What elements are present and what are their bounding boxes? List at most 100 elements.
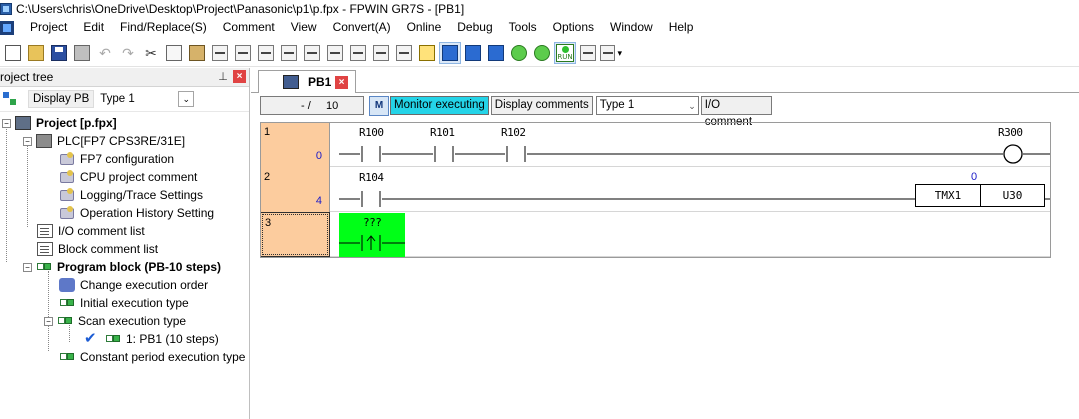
menu-comment[interactable]: Comment — [215, 17, 283, 38]
display-comments-button[interactable]: Display comments — [490, 96, 593, 115]
save-icon — [51, 45, 67, 61]
upload-button[interactable] — [485, 42, 507, 64]
paste-icon — [189, 45, 205, 61]
monitor-button[interactable] — [439, 42, 461, 64]
print-button[interactable] — [71, 42, 93, 64]
step-run-button[interactable] — [508, 42, 530, 64]
collapse-icon[interactable]: − — [23, 136, 32, 146]
menu-convert[interactable]: Convert(A) — [325, 17, 399, 38]
tree-structure-icon[interactable] — [2, 90, 20, 108]
tree-item-label: Initial execution type — [80, 296, 189, 310]
tree-item-constant-period[interactable]: Constant period execution type — [0, 348, 249, 366]
find-button[interactable] — [278, 42, 300, 64]
close-icon[interactable]: × — [335, 76, 348, 89]
display-pb-button[interactable]: Display PB — [28, 90, 95, 108]
tree-item-label: Project [p.fpx] — [36, 116, 117, 130]
menu-online[interactable]: Online — [399, 17, 450, 38]
tree-item-project[interactable]: − Project [p.fpx] — [0, 114, 249, 132]
tree-item-io-comment-list[interactable]: I/O comment list — [0, 222, 249, 240]
replace-button[interactable] — [255, 42, 277, 64]
tree-item-initial-execution-type[interactable]: Initial execution type — [0, 294, 249, 312]
ladder-diagram[interactable]: 1 0 2 4 3 R100 R101 R102 R300 R104 0 ???… — [260, 122, 1051, 258]
compile-icon — [396, 45, 412, 61]
project-tree-header: roject tree ⊥ × — [0, 68, 249, 87]
contact-label-r102: R102 — [501, 126, 526, 139]
stop-button[interactable] — [531, 42, 553, 64]
copy-button[interactable] — [163, 42, 185, 64]
editor-status-row: - / 10 M Monitor executing Display comme… — [251, 93, 1079, 128]
coil-r300 — [1003, 144, 1023, 164]
menu-options[interactable]: Options — [545, 17, 602, 38]
tree-item-scan-execution-type[interactable]: − Scan execution type — [0, 312, 249, 330]
menu-project[interactable]: Project — [22, 17, 75, 38]
monitor-icon — [442, 45, 458, 61]
open-button[interactable] — [25, 42, 47, 64]
run-icon: RUN — [556, 44, 574, 62]
new-button[interactable] — [2, 42, 24, 64]
delete-row-button[interactable] — [232, 42, 254, 64]
find-next-button[interactable] — [301, 42, 323, 64]
contact-r101 — [433, 146, 455, 162]
chevron-down-icon: ⌄ — [688, 101, 696, 111]
chevron-down-icon: ▾ — [617, 47, 622, 58]
io-comment-button[interactable]: I/O comment — [700, 96, 772, 128]
tree-item-program-block[interactable]: − Program block (PB-10 steps) — [0, 258, 249, 276]
compile-button[interactable] — [393, 42, 415, 64]
tree-item-block-comment-list[interactable]: Block comment list — [0, 240, 249, 258]
app-menu-icon[interactable] — [0, 20, 14, 35]
save-button[interactable] — [48, 42, 70, 64]
collapse-icon[interactable]: − — [44, 316, 53, 326]
program-block-icon — [59, 296, 75, 310]
download-button[interactable] — [462, 42, 484, 64]
upload-icon — [488, 45, 504, 61]
instruction-tmx[interactable]: TMX1 — [915, 184, 981, 207]
print-icon — [74, 45, 90, 61]
online-button[interactable] — [416, 42, 438, 64]
tree-item-pb1[interactable]: ✔ 1: PB1 (10 steps) — [0, 330, 249, 348]
layout-button[interactable]: ▾ — [600, 42, 622, 64]
menu-find-replace[interactable]: Find/Replace(S) — [112, 17, 215, 38]
menu-window[interactable]: Window — [602, 17, 661, 38]
tree-item-fp7-configuration[interactable]: FP7 configuration — [0, 150, 249, 168]
build-button[interactable] — [370, 42, 392, 64]
instruction-operand[interactable]: U30 — [980, 184, 1045, 207]
tree-item-change-execution-order[interactable]: Change execution order — [0, 276, 249, 294]
collapse-icon[interactable]: − — [2, 118, 11, 128]
cut-button[interactable]: ✂ — [140, 42, 162, 64]
menu-tools[interactable]: Tools — [501, 17, 545, 38]
tree-item-cpu-project-comment[interactable]: CPU project comment — [0, 168, 249, 186]
tree-item-logging-trace[interactable]: Logging/Trace Settings — [0, 186, 249, 204]
title-bar: C:\Users\chris\OneDrive\Desktop\Project\… — [0, 0, 1079, 17]
tree-item-label: 1: PB1 (10 steps) — [126, 332, 219, 346]
panel-title: roject tree — [0, 70, 54, 84]
chevron-down-icon[interactable]: ⌄ — [178, 91, 195, 107]
list-icon — [37, 224, 53, 238]
insert-row-button[interactable] — [209, 42, 231, 64]
tab-pb1[interactable]: PB1 × — [258, 70, 356, 93]
tree-item-label: Logging/Trace Settings — [80, 188, 203, 202]
tree-item-label: Block comment list — [58, 242, 159, 256]
pin-icon[interactable]: ⊥ — [217, 71, 229, 83]
menu-debug[interactable]: Debug — [449, 17, 500, 38]
redo-button[interactable]: ↷ — [117, 42, 139, 64]
monitor-status-badge[interactable]: Monitor executing — [390, 96, 489, 115]
tree-item-plc[interactable]: − PLC[FP7 CPS3RE/31E] — [0, 132, 249, 150]
menu-view[interactable]: View — [283, 17, 325, 38]
type-select[interactable]: Type 1 ⌄ — [100, 90, 195, 108]
tree-item-operation-history[interactable]: Operation History Setting — [0, 204, 249, 222]
menu-edit[interactable]: Edit — [75, 17, 112, 38]
close-icon[interactable]: × — [233, 70, 246, 83]
collapse-icon[interactable]: − — [23, 262, 32, 272]
convert-button[interactable] — [324, 42, 346, 64]
status-button[interactable] — [577, 42, 599, 64]
paste-button[interactable] — [186, 42, 208, 64]
step-counter[interactable]: - / 10 — [260, 96, 364, 115]
convert-all-button[interactable] — [347, 42, 369, 64]
open-folder-icon — [28, 45, 44, 61]
run-mode-button[interactable]: RUN — [554, 42, 576, 64]
undo-button[interactable]: ↶ — [94, 42, 116, 64]
comment-type-select[interactable]: Type 1 ⌄ — [595, 96, 699, 115]
monitor-toggle-icon[interactable]: M — [369, 95, 389, 116]
tree-item-label: Change execution order — [80, 278, 209, 292]
menu-help[interactable]: Help — [661, 17, 702, 38]
